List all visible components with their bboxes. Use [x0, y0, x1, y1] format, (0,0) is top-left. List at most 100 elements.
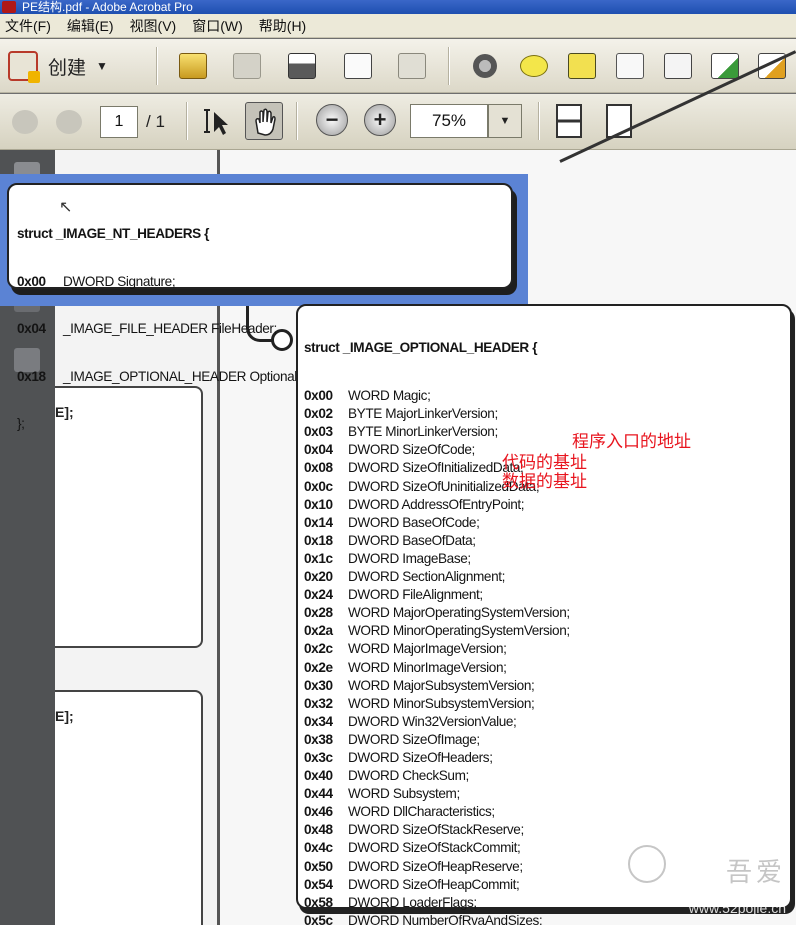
field-offset: 0x48	[304, 822, 333, 838]
edit-button[interactable]	[340, 49, 376, 83]
struct-field: 0x4c DWORD SizeOfStackCommit;	[304, 839, 790, 857]
plus-icon: +	[373, 107, 387, 132]
field-text: WORD DllCharacteristics;	[348, 804, 495, 820]
menu-view[interactable]: 视图(V)	[125, 16, 188, 36]
field-offset: 0x32	[304, 695, 333, 711]
nt-headers-card: struct _IMAGE_NT_HEADERS { 0x00 DWORD Sig…	[7, 183, 513, 431]
struct-field: 0x2e WORD MinorImageVersion;	[304, 659, 790, 677]
secure-button[interactable]	[612, 49, 648, 83]
menu-edit[interactable]: 编辑(E)	[62, 16, 125, 36]
window-title: PE结构.pdf - Adobe Acrobat Pro	[22, 0, 193, 14]
zoom-out-button[interactable]: −	[316, 104, 348, 136]
partial-struct-card: E];	[55, 690, 203, 925]
struct-field: 0x32 WORD MinorSubsystemVersion;	[304, 695, 790, 713]
scroll-mode-icon[interactable]	[556, 104, 582, 138]
field-offset: 0x24	[304, 587, 333, 603]
struct-field: 0x14 DWORD BaseOfCode;	[304, 514, 790, 532]
toolbar-divider	[186, 102, 188, 140]
toolbar-divider	[448, 47, 450, 85]
menu-window[interactable]: 窗口(W)	[187, 16, 254, 36]
struct-field: 0x38 DWORD SizeOfImage;	[304, 731, 790, 749]
field-text: WORD Subsystem;	[348, 786, 460, 802]
field-offset: 0x10	[304, 496, 333, 512]
share-icon	[664, 53, 692, 79]
field-offset: 0x58	[304, 894, 333, 910]
chevron-down-icon: ▼	[96, 59, 108, 73]
toolbar-divider	[156, 47, 158, 85]
struct-field: 0x03 BYTE MinorLinkerVersion;	[304, 423, 790, 441]
email-icon	[398, 53, 426, 79]
field-text: WORD MinorOperatingSystemVersion;	[348, 623, 570, 639]
struct-field: 0x20 DWORD SectionAlignment;	[304, 568, 790, 586]
struct-field: 0x18 DWORD BaseOfData;	[304, 532, 790, 550]
settings-icon	[473, 54, 497, 78]
field-text: DWORD AddressOfEntryPoint;	[348, 496, 525, 512]
menu-bar: 文件(F) 编辑(E) 视图(V) 窗口(W) 帮助(H)	[0, 14, 796, 38]
struct-field: 0x40 DWORD CheckSum;	[304, 767, 790, 785]
field-offset: 0x18	[304, 532, 333, 548]
field-text: DWORD SizeOfHeapReserve;	[348, 858, 523, 874]
zoom-level-input[interactable]: 75%	[410, 104, 488, 138]
struct-field: 0x48 DWORD SizeOfStackReserve;	[304, 821, 790, 839]
toolbar-divider	[296, 102, 298, 140]
create-label: 创建	[48, 57, 87, 79]
field-text: WORD MinorImageVersion;	[348, 659, 507, 675]
field-offset: 0x03	[304, 424, 333, 440]
struct-header-text: struct _IMAGE_OPTIONAL_HEADER {	[304, 340, 538, 355]
struct-field: 0x46 WORD DllCharacteristics;	[304, 803, 790, 821]
field-text: DWORD LoaderFlags;	[348, 894, 477, 910]
field-offset: 0x02	[304, 406, 333, 422]
struct-header: struct _IMAGE_NT_HEADERS {	[17, 225, 511, 243]
open-folder-icon	[179, 53, 207, 79]
field-text: WORD MajorImageVersion;	[348, 641, 507, 657]
share-button[interactable]	[660, 49, 696, 83]
field-text: DWORD Signature;	[63, 273, 176, 289]
comment-icon	[520, 55, 548, 77]
toolbar-divider	[538, 102, 540, 140]
field-offset: 0x38	[304, 731, 333, 747]
field-text: _IMAGE_FILE_HEADER FileHeader;	[63, 321, 277, 336]
zoom-in-button[interactable]: +	[364, 104, 396, 136]
email-button[interactable]	[394, 49, 430, 83]
field-text: DWORD BaseOfCode;	[348, 514, 480, 530]
page-number-input[interactable]: 1	[100, 106, 138, 138]
field-offset: 0x4c	[304, 840, 333, 856]
create-button[interactable]: 创建 ▼	[8, 49, 133, 83]
next-page-icon[interactable]	[56, 110, 82, 134]
field-text: BYTE MajorLinkerVersion;	[348, 406, 498, 422]
struct-field: 0x00 WORD Magic;	[304, 387, 790, 405]
open-button[interactable]	[175, 49, 211, 83]
create-pdf-icon	[8, 51, 40, 83]
menu-help[interactable]: 帮助(H)	[254, 16, 317, 36]
field-text: DWORD CheckSum;	[348, 768, 469, 784]
field-text: DWORD SizeOfHeapCommit;	[348, 876, 520, 892]
watermark-title: 吾爱	[725, 857, 786, 887]
field-offset: 0x1c	[304, 550, 333, 566]
acrobat-app-icon	[2, 1, 16, 13]
optional-header-code: struct _IMAGE_OPTIONAL_HEADER { 0x00 WORD…	[304, 309, 790, 925]
zoom-dropdown-button[interactable]: ▼	[488, 104, 522, 138]
hand-tool-icon[interactable]	[245, 102, 283, 140]
previous-page-icon[interactable]	[12, 110, 38, 134]
field-text: DWORD SizeOfHeaders;	[348, 749, 493, 765]
save-button[interactable]	[229, 49, 265, 83]
settings-button[interactable]	[467, 49, 503, 83]
base-of-data-annotation: 数据的基址	[502, 472, 587, 491]
select-tool-icon[interactable]	[200, 104, 230, 138]
struct-field: 0x44 WORD Subsystem;	[304, 785, 790, 803]
watermark-logo-icon	[628, 845, 666, 883]
field-text: DWORD ImageBase;	[348, 550, 471, 566]
secure-icon	[616, 53, 644, 79]
menu-file[interactable]: 文件(F)	[0, 16, 62, 36]
field-text: DWORD FileAlignment;	[348, 587, 483, 603]
partial-struct-text: E];	[55, 708, 74, 724]
field-text: BYTE MinorLinkerVersion;	[348, 424, 498, 440]
comment-button[interactable]	[516, 49, 552, 83]
struct-field: 0x2c WORD MajorImageVersion;	[304, 640, 790, 658]
field-offset: 0x30	[304, 677, 333, 693]
field-text: DWORD SizeOfCode;	[348, 442, 475, 458]
print-button[interactable]	[284, 49, 320, 83]
print-icon	[288, 53, 316, 79]
field-offset: 0x14	[304, 514, 333, 530]
sign-button[interactable]	[564, 49, 600, 83]
